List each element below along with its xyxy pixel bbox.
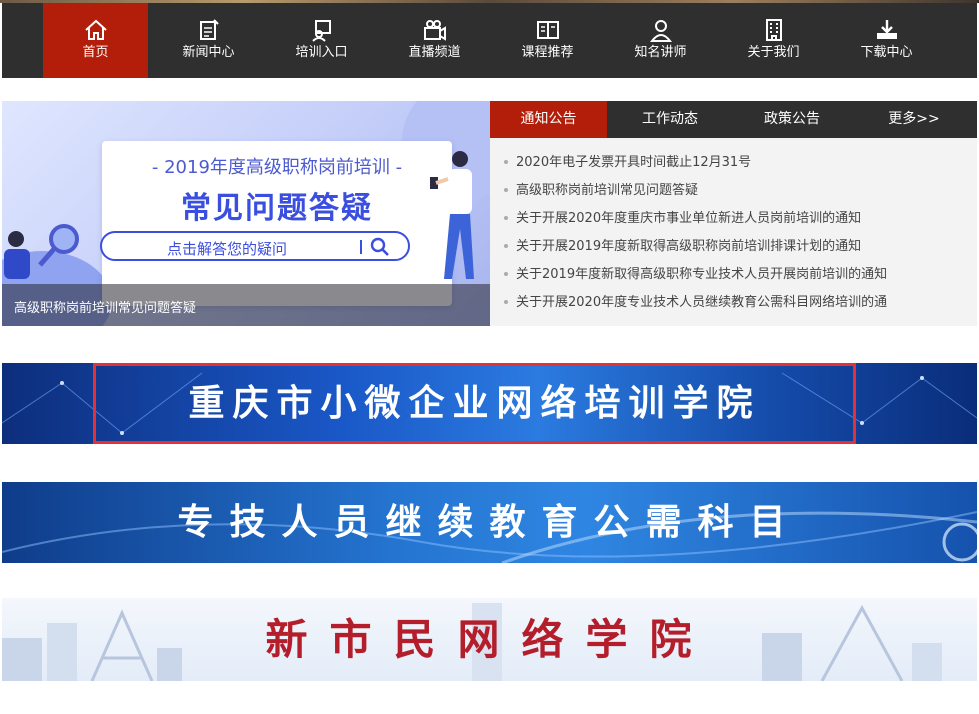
nav-label: 直播频道 xyxy=(408,45,461,60)
magnifier-illustration-icon xyxy=(4,224,79,279)
news-item[interactable]: 关于2019年度新取得高级职称专业技术人员开展岗前培训的通知 xyxy=(504,263,974,291)
banner-title: 新市民网络学院 xyxy=(265,615,714,664)
hero-title: 常见问题答疑 xyxy=(181,191,373,226)
nav-item-download[interactable]: 下载中心 xyxy=(834,3,939,78)
nav-item-live[interactable]: 直播频道 xyxy=(382,3,487,78)
nav-label: 关于我们 xyxy=(747,45,800,60)
banner-title: 专技人员继续教育公需科目 xyxy=(177,502,802,543)
nav-item-home[interactable]: 首页 xyxy=(43,3,148,78)
person-illustration-icon xyxy=(430,151,474,279)
video-camera-icon xyxy=(423,20,446,41)
tab-work-updates[interactable]: 工作动态 xyxy=(612,101,728,138)
nav-item-courses[interactable]: 课程推荐 xyxy=(495,3,600,78)
nav-label: 知名讲师 xyxy=(634,45,687,60)
nav-label: 新闻中心 xyxy=(182,45,235,60)
tab-policy[interactable]: 政策公告 xyxy=(734,101,850,138)
nav-item-news[interactable]: 新闻中心 xyxy=(156,3,261,78)
nav-label: 下载中心 xyxy=(860,45,913,60)
news-item[interactable]: 关于开展2020年度专业技术人员继续教育公需科目网络培训的通 xyxy=(504,291,974,319)
home-icon xyxy=(84,19,107,40)
teacher-icon xyxy=(649,20,672,42)
news-tabs: 通知公告 工作动态 政策公告 更多>> xyxy=(490,101,977,138)
hero-caption-bar: 高级职称岗前培训常见问题答疑 xyxy=(2,284,490,326)
hero-search-box[interactable]: 点击解答您的疑问 xyxy=(100,231,410,261)
news-item[interactable]: 关于开展2020年度重庆市事业单位新进人员岗前培训的通知 xyxy=(504,207,974,235)
tab-more[interactable]: 更多>> xyxy=(856,101,972,138)
hero-banner[interactable]: - 2019年度高级职称岗前培训 - 常见问题答疑 点击解答您的疑问 高级职称岗… xyxy=(2,101,490,326)
download-icon xyxy=(876,20,897,39)
search-icon xyxy=(370,237,389,256)
nav-label: 首页 xyxy=(82,45,109,60)
news-panel: 通知公告 工作动态 政策公告 更多>> 2020年电子发票开具时间截止12月31… xyxy=(490,101,977,326)
main-nav: 首页 新闻中心 培训入口 直播频道 课程推荐 知名讲师 关于我们 下载中心 xyxy=(2,3,977,78)
news-list: 2020年电子发票开具时间截止12月31号 高级职称岗前培训常见问题答疑 关于开… xyxy=(504,151,974,319)
news-edit-icon xyxy=(199,19,219,40)
training-icon xyxy=(311,20,331,42)
hero-caption: 高级职称岗前培训常见问题答疑 xyxy=(14,301,197,316)
news-item[interactable]: 关于开展2019年度新取得高级职称岗前培训排课计划的通知 xyxy=(504,235,974,263)
divider xyxy=(360,240,362,254)
nav-label: 课程推荐 xyxy=(521,45,574,60)
nav-item-lecturers[interactable]: 知名讲师 xyxy=(608,3,713,78)
nav-item-training[interactable]: 培训入口 xyxy=(269,3,374,78)
banner-small-business-college[interactable]: 重庆市小微企业网络培训学院 xyxy=(2,363,977,444)
news-item[interactable]: 高级职称岗前培训常见问题答疑 xyxy=(504,179,974,207)
banner-title: 重庆市小微企业网络培训学院 xyxy=(188,383,761,424)
news-item[interactable]: 2020年电子发票开具时间截止12月31号 xyxy=(504,151,974,179)
banner-new-citizen-college[interactable]: 新市民网络学院 xyxy=(2,598,977,681)
banner-continuing-education[interactable]: 专技人员继续教育公需科目 xyxy=(2,482,977,563)
book-icon xyxy=(536,21,559,39)
hero-subtitle: - 2019年度高级职称岗前培训 - xyxy=(151,157,403,178)
page: 首页 新闻中心 培训入口 直播频道 课程推荐 知名讲师 关于我们 下载中心 - … xyxy=(0,0,979,714)
tab-notices[interactable]: 通知公告 xyxy=(490,101,607,138)
building-icon xyxy=(765,19,782,41)
hero-search-text: 点击解答您的疑问 xyxy=(166,240,287,258)
nav-item-about[interactable]: 关于我们 xyxy=(721,3,826,78)
nav-label: 培训入口 xyxy=(295,45,348,60)
